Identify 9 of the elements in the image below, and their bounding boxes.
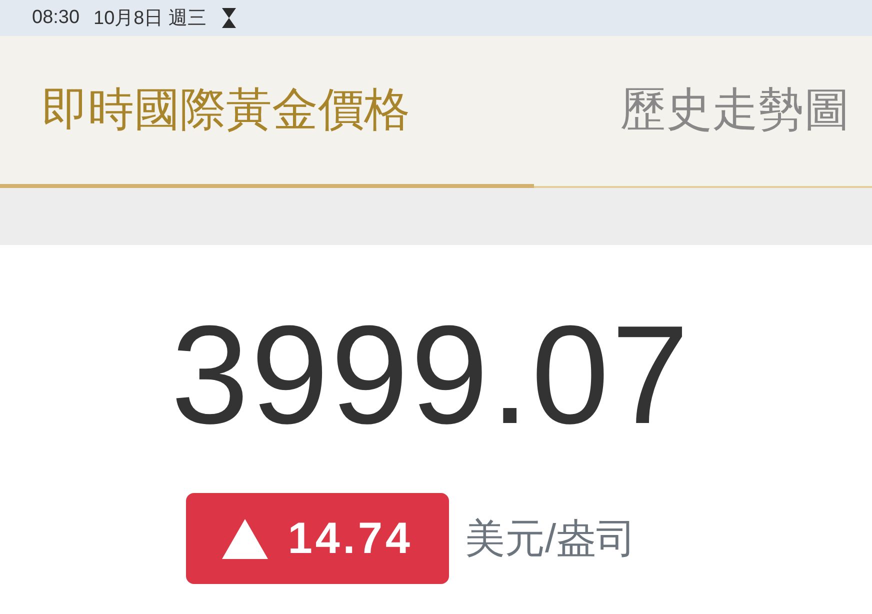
app-logo-icon [220, 7, 237, 29]
date-text: 10月8日 週三 [94, 7, 207, 31]
tab[interactable]: 即時國際黃金價格 [0, 36, 534, 188]
price-unit: 美元/盎司 [464, 516, 636, 563]
price-value: 3999.07 [170, 305, 692, 445]
change-value: 14.74 [288, 514, 413, 564]
up-triangle-icon [222, 518, 268, 558]
clock-time: 08:30 [32, 7, 80, 29]
tab[interactable]: 歷史走勢圖 [534, 36, 872, 188]
